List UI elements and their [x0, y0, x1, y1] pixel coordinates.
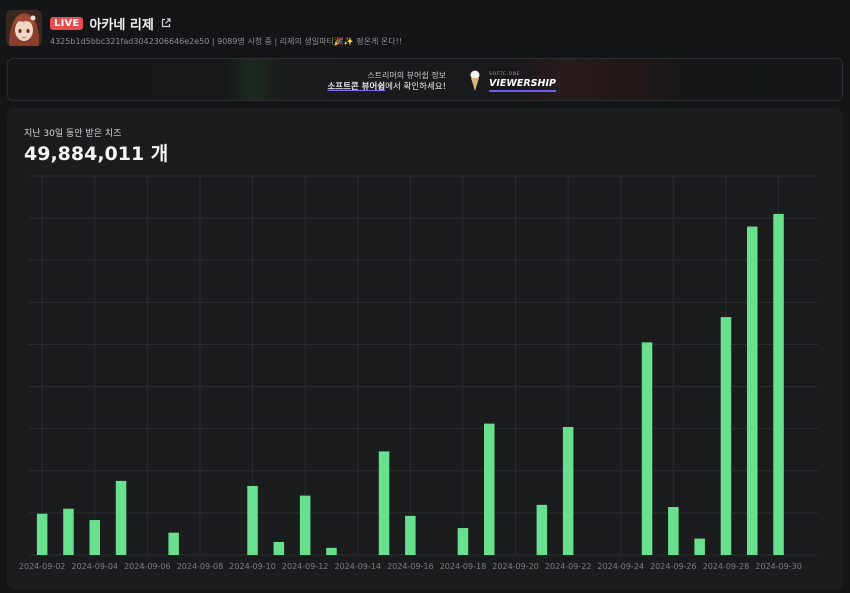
ice-cream-cone-icon: [470, 70, 480, 91]
bar-2024-09-30[interactable]: [773, 213, 784, 555]
bar-2024-09-07[interactable]: [168, 532, 179, 555]
bar-2024-09-25[interactable]: [641, 342, 653, 555]
banner-line1: 스트리머의 뷰어쉽 정보: [367, 71, 446, 80]
cheese-stats-card: 지난 30일 동안 받은 치즈 49,884,011 개 2024-09-02 2…: [7, 108, 843, 590]
logo-big-text: VIEWERSHIP: [489, 78, 556, 92]
viewership-banner[interactable]: 스트리머의 뷰어쉽 정보 소프트콘 뷰어쉽에서 확인하세요! SOFTC.ONE…: [7, 58, 843, 101]
x-tick-label: 2024-09-06: [124, 562, 171, 571]
bar-2024-09-03[interactable]: [63, 508, 74, 555]
bar-2024-09-27[interactable]: [694, 538, 705, 555]
bar-2024-09-15[interactable]: [378, 451, 390, 555]
live-badge: LIVE: [50, 16, 84, 30]
x-tick-label: 2024-09-20: [492, 562, 539, 571]
bar-2024-09-28[interactable]: [720, 317, 732, 555]
x-tick-label: 2024-09-26: [650, 562, 697, 571]
bar-2024-09-21[interactable]: [536, 504, 548, 555]
viewership-logo: SOFTC.ONE VIEWERSHIP: [489, 72, 556, 92]
x-tick-label: 2024-09-18: [440, 562, 487, 571]
x-tick-label: 2024-09-04: [72, 562, 119, 571]
bar-2024-09-18[interactable]: [457, 528, 469, 555]
channel-name[interactable]: 아카네 리제: [89, 14, 153, 33]
bar-2024-09-22[interactable]: [562, 426, 574, 555]
banner-highlight: 소프트콘 뷰어쉽: [327, 82, 386, 92]
external-link-icon[interactable]: [160, 17, 172, 29]
x-tick-label: 2024-09-28: [703, 562, 750, 571]
bar-2024-09-26[interactable]: [668, 506, 679, 555]
bar-2024-09-29[interactable]: [746, 226, 758, 555]
bar-2024-09-12[interactable]: [299, 495, 311, 555]
bar-2024-09-10[interactable]: [247, 485, 258, 555]
x-tick-label: 2024-09-14: [335, 562, 382, 571]
bar-2024-09-05[interactable]: [115, 480, 127, 555]
x-tick-label: 2024-09-08: [177, 562, 224, 571]
stream-info-line: 4325b1d5bbc321fad3042306646e2e50 | 9089명…: [50, 37, 403, 46]
channel-header: LIVE 아카네 리제 4325b1d5bbc321fad3042306646e…: [6, 10, 840, 50]
bar-2024-09-19[interactable]: [483, 423, 495, 555]
bar-2024-09-13[interactable]: [326, 547, 337, 555]
x-tick-label: 2024-09-10: [229, 562, 276, 571]
x-tick-label: 2024-09-02: [19, 562, 66, 571]
banner-line2: 소프트콘 뷰어쉽에서 확인하세요!: [308, 81, 446, 93]
bar-2024-09-11[interactable]: [273, 541, 285, 555]
x-tick-label: 2024-09-24: [598, 562, 645, 571]
x-tick-label: 2024-09-12: [282, 562, 329, 571]
x-tick-label: 2024-09-16: [387, 562, 434, 571]
x-tick-label: 2024-09-30: [755, 562, 802, 571]
bar-2024-09-16[interactable]: [405, 515, 416, 555]
bar-chart: 2024-09-02 2024-09-04 2024-09-06 2024-09-08…: [19, 175, 818, 571]
banner-line2-rest: 에서 확인하세요!: [385, 82, 446, 92]
avatar[interactable]: [6, 10, 42, 46]
bar-2024-09-04[interactable]: [89, 520, 101, 555]
x-tick-label: 2024-09-22: [545, 562, 592, 571]
bar-2024-09-02[interactable]: [36, 513, 48, 555]
